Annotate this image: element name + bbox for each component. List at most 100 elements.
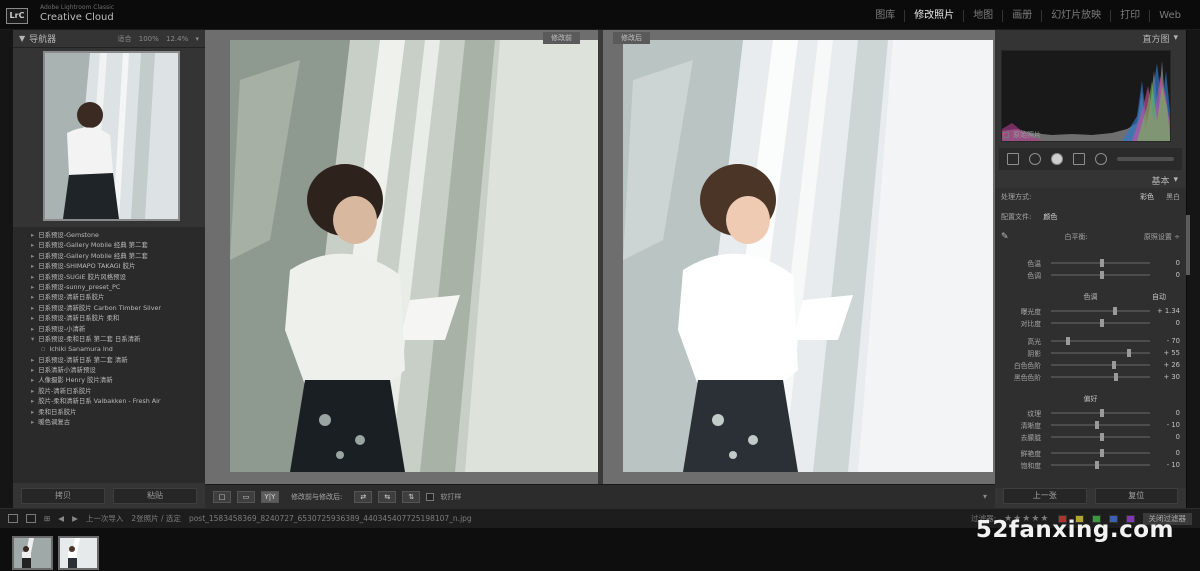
slider-vibrance[interactable]: 鲜艳度 0 <box>995 448 1186 458</box>
slider-value[interactable]: 0 <box>1156 319 1180 327</box>
red-eye-icon[interactable] <box>1051 153 1063 165</box>
slider-track[interactable] <box>1051 271 1150 279</box>
basic-panel-header[interactable]: 基本 ▾ <box>995 172 1186 188</box>
module-web[interactable]: Web <box>1149 10 1190 22</box>
soft-proofing-checkbox[interactable] <box>426 492 435 501</box>
module-develop[interactable]: 修改照片 <box>904 10 963 22</box>
slider-thumb[interactable] <box>1094 421 1099 429</box>
navigator-preview[interactable] <box>43 51 180 221</box>
after-image[interactable] <box>623 40 993 472</box>
treatment-color-option[interactable]: 彩色 <box>1140 192 1154 202</box>
preset-folder[interactable]: ▸ 日系预设-清新日系胶片 <box>31 292 205 302</box>
slider-contrast[interactable]: 对比度 0 <box>995 318 1186 328</box>
preset-folder[interactable]: ▸ 柔和日系胶片 <box>31 407 205 417</box>
preset-folder[interactable]: ▸ 日系预设-Gallery Mobile 经典 第二套 <box>31 251 205 261</box>
slider-exposure[interactable]: 曝光度 + 1.34 <box>995 306 1186 316</box>
slider-texture[interactable]: 纹理 0 <box>995 408 1186 418</box>
treatment-bw-option[interactable]: 黑白 <box>1166 192 1180 202</box>
slider-saturation[interactable]: 饱和度 - 10 <box>995 460 1186 470</box>
slider-thumb[interactable] <box>1099 319 1104 327</box>
right-panel-scrollbar[interactable] <box>1186 215 1190 275</box>
slider-track[interactable] <box>1051 421 1150 429</box>
module-slideshow[interactable]: 幻灯片放映 <box>1041 10 1110 22</box>
preset-folder[interactable]: ▾ 日系预设-柔和日系 第二套 日系清新 <box>31 334 205 344</box>
white-balance-dropdown[interactable]: 原照设置 ÷ <box>1144 232 1180 242</box>
preset-folder[interactable]: ▸ 胶片-柔和清新日系 Valbakken - Fresh Air <box>31 396 205 406</box>
copy-after-to-before-button[interactable]: ⇆ <box>378 490 397 503</box>
module-book[interactable]: 画册 <box>1002 10 1041 22</box>
back-arrow-icon[interactable]: ◀ <box>58 514 64 523</box>
slider-value[interactable]: + 1.34 <box>1156 307 1180 315</box>
slider-thumb[interactable] <box>1114 373 1119 381</box>
module-map[interactable]: 地图 <box>963 10 1002 22</box>
slider-shadows[interactable]: 阴影 + 55 <box>995 348 1186 358</box>
preset-folder[interactable]: ▸ 日系预设-SUGiE 胶片风格预设 <box>31 272 205 282</box>
slider-blacks[interactable]: 黑色色阶 + 30 <box>995 372 1186 382</box>
loupe-view-button[interactable]: □ <box>213 490 231 503</box>
file-name[interactable]: post_1583458369_8240727_6530725936389_44… <box>189 514 472 523</box>
preset-folder[interactable]: ▸ 日系预设-Gemstone <box>31 230 205 240</box>
slider-thumb[interactable] <box>1127 349 1132 357</box>
eyedropper-icon[interactable]: ✎ <box>1001 232 1009 242</box>
slider-track[interactable] <box>1051 259 1150 267</box>
preset-folder[interactable]: ▸ 日系预设-sunny_preset_PC <box>31 282 205 292</box>
slider-value[interactable]: 0 <box>1156 449 1180 457</box>
slider-value[interactable]: 0 <box>1156 433 1180 441</box>
before-after-mode-button[interactable]: Y|Y <box>261 490 279 503</box>
slider-track[interactable] <box>1051 337 1150 345</box>
preset-folder[interactable]: ▸ 暖色调复古 <box>31 417 205 427</box>
copy-before-to-after-button[interactable]: ⇄ <box>354 490 373 503</box>
compare-view-button[interactable]: ▭ <box>237 490 255 503</box>
histogram-header[interactable]: 直方图 ▾ <box>995 30 1186 46</box>
slider-thumb[interactable] <box>1065 337 1070 345</box>
filmstrip-thumbnail[interactable] <box>12 536 53 570</box>
slider-track[interactable] <box>1051 307 1150 315</box>
graduated-filter-icon[interactable] <box>1073 153 1085 165</box>
slider-track[interactable] <box>1051 373 1150 381</box>
slider-track[interactable] <box>1051 409 1150 417</box>
copy-button[interactable]: 拷贝 <box>21 488 105 504</box>
slider-track[interactable] <box>1051 319 1150 327</box>
forward-arrow-icon[interactable]: ▶ <box>72 514 78 523</box>
paste-button[interactable]: 粘贴 <box>113 488 197 504</box>
slider-thumb[interactable] <box>1099 449 1104 457</box>
slider-value[interactable]: - 10 <box>1156 461 1180 469</box>
preset-folder[interactable]: ▸ 日系预设-清新胶片 Carbon Timber Silver <box>31 303 205 313</box>
slider-tint[interactable]: 色调 0 <box>995 270 1186 280</box>
reset-button[interactable]: 复位 <box>1094 488 1178 504</box>
preset-item[interactable]: ▫ Ichiki Sanamura Ind <box>31 344 205 354</box>
preset-folder[interactable]: ▸ 日系预设-清新日系胶片 柔和 <box>31 313 205 323</box>
previous-button[interactable]: 上一张 <box>1003 488 1087 504</box>
preset-folder[interactable]: ▸ 日系预设-Gallery Mobile 经典 第二套 <box>31 240 205 250</box>
left-panel-edge[interactable] <box>0 30 13 508</box>
slider-value[interactable]: + 26 <box>1156 361 1180 369</box>
filmstrip-thumbnail[interactable] <box>58 536 99 570</box>
toolbar-menu-icon[interactable]: ▾ <box>983 492 987 501</box>
preset-folder[interactable]: ▸ 日系预设-小清新 <box>31 324 205 334</box>
previous-import-label[interactable]: 上一次导入 <box>86 513 124 524</box>
slider-clarity[interactable]: 清晰度 - 10 <box>995 420 1186 430</box>
slider-track[interactable] <box>1051 461 1150 469</box>
navigator-header[interactable]: ▼ 导航器 适合 100% 12.4% ▾ <box>13 30 205 48</box>
adjustment-brush-slider[interactable] <box>1117 157 1174 161</box>
preset-folder[interactable]: ▸ 胶片-清新日系胶片 <box>31 386 205 396</box>
grid-icon[interactable]: ⊞ <box>44 514 50 523</box>
slider-thumb[interactable] <box>1112 361 1117 369</box>
navigator-zoom-options[interactable]: 适合 100% 12.4% ▾ <box>118 34 199 44</box>
slider-value[interactable]: 0 <box>1156 259 1180 267</box>
slider-track[interactable] <box>1051 349 1150 357</box>
module-library[interactable]: 图库 <box>866 10 904 22</box>
preset-folder[interactable]: ▸ 人像摄影 Henry 胶片清新 <box>31 375 205 385</box>
preset-folder[interactable]: ▸ 日系清新小清新预设 <box>31 365 205 375</box>
radial-filter-icon[interactable] <box>1095 153 1107 165</box>
second-window-icon[interactable] <box>26 514 36 523</box>
slider-dehaze[interactable]: 去朦胧 0 <box>995 432 1186 442</box>
slider-thumb[interactable] <box>1099 271 1104 279</box>
spot-removal-icon[interactable] <box>1029 153 1041 165</box>
slider-value[interactable]: 0 <box>1156 409 1180 417</box>
slider-highlights[interactable]: 高光 - 70 <box>995 336 1186 346</box>
slider-thumb[interactable] <box>1094 461 1099 469</box>
slider-track[interactable] <box>1051 449 1150 457</box>
module-print[interactable]: 打印 <box>1110 10 1149 22</box>
slider-value[interactable]: - 10 <box>1156 421 1180 429</box>
